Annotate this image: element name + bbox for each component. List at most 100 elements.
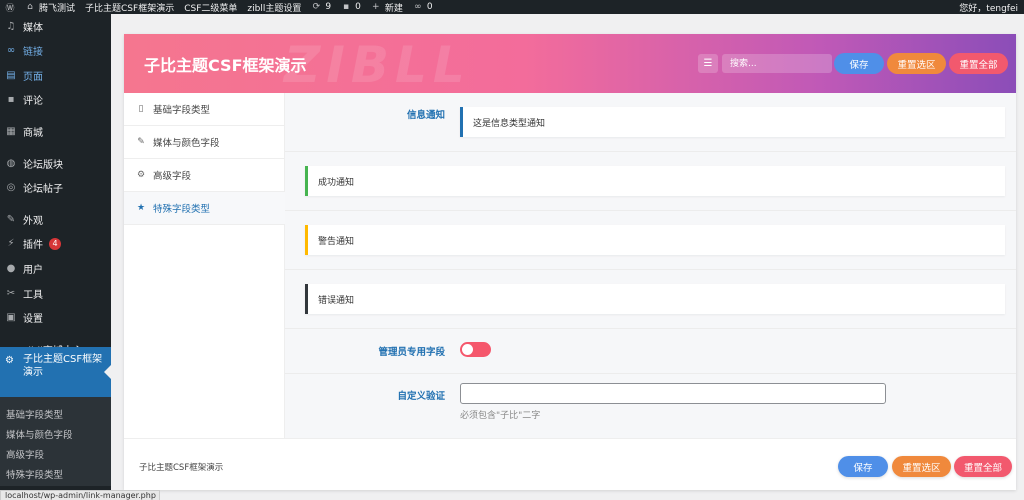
panel-header: ZIBLL 子比主题CSF框架演示 ☰ 保存 重置选区 重置全部: [124, 34, 1016, 93]
brush-icon: ✎: [137, 137, 145, 147]
submenu-item-advanced[interactable]: 高级字段: [6, 447, 44, 461]
gear-icon: ⚙: [5, 355, 14, 366]
sidebar-item-media[interactable]: ♫ 媒体: [0, 19, 111, 34]
sidebar-item-label: 插件: [23, 240, 43, 251]
info-notice-label: 信息通知: [406, 110, 445, 121]
sidebar-item-users[interactable]: ● 用户: [0, 261, 111, 276]
nav-item-basic-fields[interactable]: ▯ 基础字段类型: [124, 93, 285, 126]
updates-count: 9: [325, 2, 332, 12]
new-label: 新建: [384, 3, 403, 14]
update-icon: ⟳: [312, 2, 321, 12]
csf-options-panel: ZIBLL 子比主题CSF框架演示 ☰ 保存 重置选区 重置全部 ▯ 基础字段类型…: [124, 34, 1016, 490]
comments-count: 0: [355, 2, 361, 12]
sidebar-item-comments[interactable]: ▪ 评论: [0, 92, 111, 107]
sidebar-item-label: 用户: [23, 265, 43, 276]
footer-text: 子比主题CSF框架演示: [139, 463, 224, 473]
admin-field-label: 管理员专用字段: [378, 347, 445, 358]
reset-section-button[interactable]: 重置选区: [887, 53, 946, 74]
sidebar-item-label: 页面: [23, 72, 43, 83]
submenu-item-special[interactable]: 特殊字段类型: [6, 467, 63, 481]
sidebar-item-forum-posts[interactable]: ◎ 论坛帖子: [0, 180, 111, 195]
sidebar-item-tools[interactable]: ✂ 工具: [0, 286, 111, 301]
sidebar-item-label: 工具: [23, 290, 43, 301]
nav-item-special[interactable]: ★ 特殊字段类型: [124, 192, 285, 225]
nav-item-advanced[interactable]: ⚙ 高级字段: [124, 159, 285, 192]
toggle-knob: [462, 344, 473, 355]
zibll-settings-label: zibll主题设置: [247, 3, 302, 14]
updates-link[interactable]: ⟳ 9: [306, 0, 336, 14]
csf-submenu-label: CSF二级菜单: [184, 3, 238, 14]
comments-link[interactable]: ▪ 0: [336, 0, 366, 14]
warning-notice: 警告通知: [305, 225, 1005, 255]
save-button[interactable]: 保存: [834, 53, 884, 74]
sidebar-item-label: 外观: [23, 216, 43, 227]
error-notice: 错误通知: [305, 284, 1005, 314]
panel-footer: 子比主题CSF框架演示 保存 重置选区 重置全部: [124, 438, 1016, 490]
nav-item-label: 高级字段: [153, 171, 192, 182]
sidebar-item-pages[interactable]: ▤ 页面: [0, 68, 111, 83]
user-icon: ●: [6, 263, 16, 274]
sidebar-submenu: 基础字段类型 媒体与颜色字段 高级字段 特殊字段类型: [0, 397, 111, 486]
sidebar-item-appearance[interactable]: ✎ 外观: [0, 212, 111, 227]
warning-notice-row: 警告通知: [285, 211, 1016, 270]
sidebar-item-forum-board[interactable]: ◍ 论坛版块: [0, 156, 111, 171]
current-menu-arrow: [104, 365, 111, 379]
search-input[interactable]: [722, 54, 832, 73]
list-toggle-icon[interactable]: ☰: [698, 54, 718, 73]
sidebar-item-plugins[interactable]: ⚡ 插件 4: [0, 236, 111, 251]
sidebar-item-links[interactable]: ∞ 链接: [0, 43, 111, 58]
link-icon: ∞: [6, 45, 16, 56]
new-content-link[interactable]: + 新建: [366, 0, 408, 14]
plugin-update-badge: 4: [49, 237, 61, 250]
forum-post-icon: ◎: [6, 182, 16, 193]
submenu-item-basic-fields[interactable]: 基础字段类型: [6, 407, 63, 421]
star-icon: ★: [136, 203, 146, 213]
sidebar-item-label: 媒体: [23, 23, 43, 34]
wordpress-icon: Ⓦ: [5, 3, 15, 14]
sidebar-item-csf-demo[interactable]: ⚙ 子比主题CSF框架 演示: [0, 347, 111, 397]
nav-item-media-color[interactable]: ✎ 媒体与颜色字段: [124, 126, 285, 159]
tool-icon: ✂: [6, 288, 16, 299]
home-icon: ⌂: [27, 2, 33, 12]
custom-validate-row: 自定义验证 必须包含"子比"二字: [285, 374, 1016, 438]
footer-save-button[interactable]: 保存: [838, 456, 888, 477]
greeting: 您好，tengfei: [959, 3, 1018, 14]
sidebar-item-label: 论坛帖子: [23, 184, 63, 195]
media-icon: ♫: [6, 21, 16, 32]
wordpress-logo[interactable]: Ⓦ: [0, 0, 20, 14]
nav-item-label: 媒体与颜色字段: [153, 138, 220, 149]
admin-field-toggle[interactable]: [460, 342, 491, 357]
header-watermark: ZIBLL: [284, 36, 471, 93]
info-notice-row: 信息通知 这是信息类型通知: [285, 93, 1016, 152]
csf-demo-label: 子比主题CSF框架演示: [85, 3, 175, 14]
zibll-settings-link[interactable]: zibll主题设置: [242, 0, 306, 14]
document-icon: ▯: [138, 104, 144, 114]
page-title: 子比主题CSF框架演示: [144, 56, 307, 75]
custom-validate-help: 必须包含"子比"二字: [460, 411, 541, 421]
nav-item-label: 特殊字段类型: [153, 204, 211, 215]
sidebar-item-shop[interactable]: ▦ 商城: [0, 124, 111, 139]
browser-status-url: localhost/wp-admin/link-manager.php: [0, 490, 160, 500]
submenu-item-media-color[interactable]: 媒体与颜色字段: [6, 427, 73, 441]
custom-validate-input[interactable]: [460, 383, 886, 404]
error-notice-row: 错误通知: [285, 270, 1016, 329]
csf-demo-link[interactable]: 子比主题CSF框架演示: [80, 0, 179, 14]
footer-reset-section-button[interactable]: 重置选区: [892, 456, 951, 477]
links-link[interactable]: ∞ 0: [408, 0, 438, 14]
nav-item-label: 基础字段类型: [153, 105, 211, 116]
appearance-icon: ✎: [6, 214, 16, 225]
site-name: 腾飞测试: [39, 3, 76, 14]
gears-icon: ⚙: [136, 170, 146, 180]
page-icon: ▤: [6, 70, 16, 81]
success-notice-row: 成功通知: [285, 152, 1016, 211]
comment-icon: ▪: [7, 94, 15, 105]
csf-submenu-link[interactable]: CSF二级菜单: [179, 0, 242, 14]
links-count: 0: [426, 2, 433, 12]
site-name-link[interactable]: ⌂ 腾飞测试: [20, 0, 80, 14]
sidebar-item-label: 评论: [23, 96, 43, 107]
footer-reset-all-button[interactable]: 重置全部: [954, 456, 1012, 477]
reset-all-button[interactable]: 重置全部: [949, 53, 1008, 74]
sidebar-item-settings[interactable]: ▣ 设置: [0, 310, 111, 325]
account-link[interactable]: 您好，tengfei: [954, 0, 1024, 14]
settings-icon: ▣: [6, 312, 16, 323]
